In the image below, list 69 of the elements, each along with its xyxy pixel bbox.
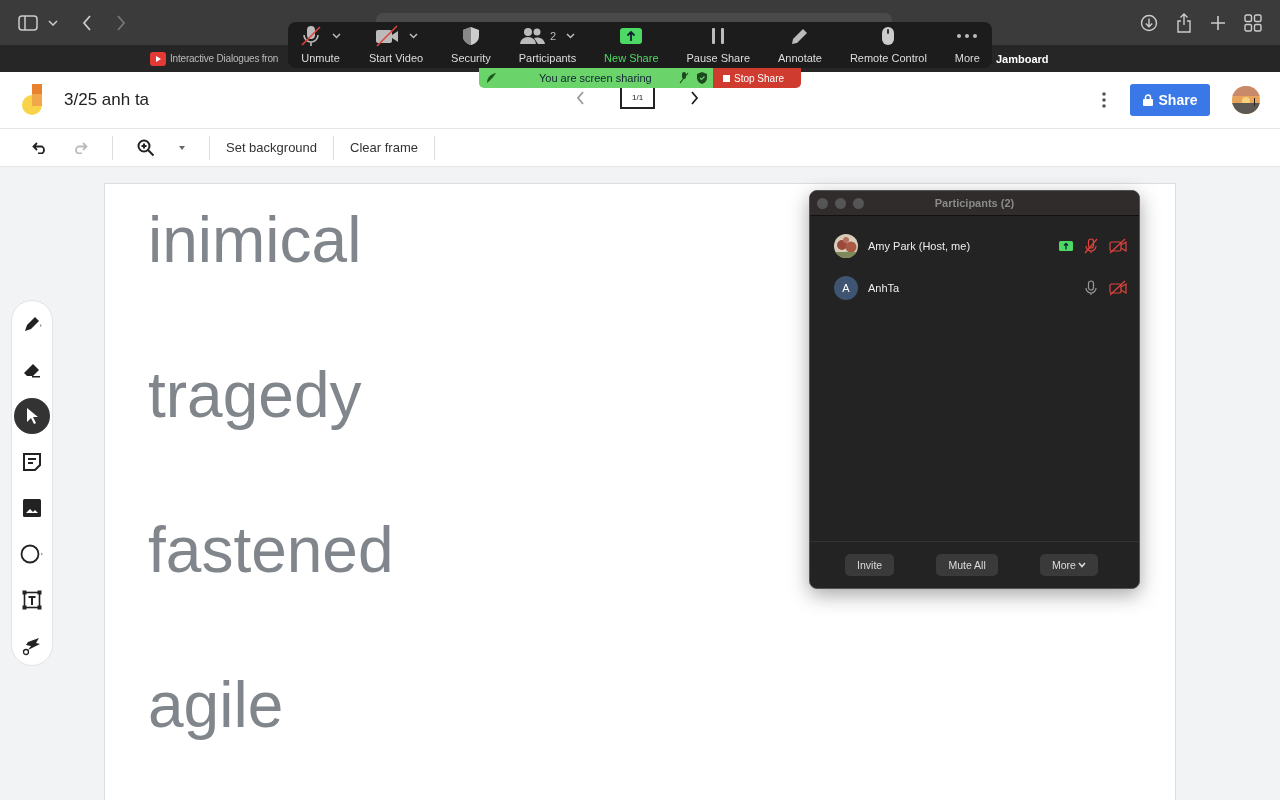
participant-count: 2 xyxy=(549,30,556,42)
board-text[interactable]: tragedy xyxy=(148,357,362,433)
window-button[interactable]: Invite xyxy=(845,554,895,576)
more-icon xyxy=(957,34,978,38)
meeting-control[interactable]: Remote Control xyxy=(845,22,931,68)
plus-icon[interactable] xyxy=(1210,14,1226,31)
board-text[interactable]: inimical xyxy=(148,202,362,278)
window-button[interactable]: Mute All xyxy=(936,554,998,576)
tool-button[interactable] xyxy=(14,398,50,434)
dropdown-arrow-icon[interactable] xyxy=(179,145,185,150)
participant-row[interactable]: Amy Park (Host, me) xyxy=(810,225,1139,267)
stop-share-button[interactable]: Stop Share xyxy=(713,68,801,88)
toolbar-button[interactable]: Clear frame xyxy=(350,140,418,155)
zoom-in-icon[interactable] xyxy=(137,138,155,157)
cursor-icon xyxy=(24,407,40,425)
meeting-control[interactable]: 2 Participants xyxy=(514,22,581,68)
shield-icon xyxy=(697,72,707,84)
meeting-control[interactable]: Annotate xyxy=(773,22,826,68)
caret-icon[interactable] xyxy=(332,33,341,39)
share-button[interactable]: Share xyxy=(1130,84,1210,116)
meeting-control[interactable]: Unmute xyxy=(296,22,345,68)
laser-pointer-icon xyxy=(22,636,42,656)
muted-mic-icon xyxy=(300,25,322,47)
leaf-icon xyxy=(485,72,497,84)
caret-icon[interactable] xyxy=(566,33,575,39)
back-icon[interactable] xyxy=(82,14,92,31)
toolbar-button[interactable]: Set background xyxy=(226,140,318,155)
circle-icon xyxy=(20,544,44,564)
shield-icon xyxy=(461,26,480,46)
browser-tab[interactable]: Jamboard xyxy=(996,45,1049,72)
previous-frame-icon[interactable] xyxy=(576,90,586,105)
avatar: A xyxy=(834,276,858,300)
marker-icon xyxy=(22,314,42,334)
chevron-down-icon[interactable] xyxy=(48,19,58,26)
image-icon xyxy=(23,499,41,517)
participant-name: AnhTa xyxy=(868,282,900,294)
board-text[interactable]: fastened xyxy=(148,512,394,588)
download-icon[interactable] xyxy=(1140,13,1158,32)
next-frame-icon[interactable] xyxy=(689,90,700,105)
text-box-icon xyxy=(22,590,42,610)
window-title: Participants (2) xyxy=(934,197,1015,209)
lock-icon xyxy=(1142,94,1153,106)
meeting-control[interactable]: New Share xyxy=(600,22,663,68)
more-options-icon[interactable] xyxy=(1102,92,1106,108)
forward-icon[interactable] xyxy=(116,14,126,31)
participant-row[interactable]: A AnhTa xyxy=(810,267,1139,309)
meeting-control[interactable]: Pause Share xyxy=(682,22,755,68)
undo-icon[interactable] xyxy=(32,141,48,154)
meeting-control[interactable]: More xyxy=(950,22,984,68)
muted-mic-icon xyxy=(679,72,689,84)
pause-icon xyxy=(711,27,726,45)
meeting-control[interactable]: Start Video xyxy=(364,22,428,68)
caret-icon[interactable] xyxy=(408,33,418,39)
sidebar-icon[interactable] xyxy=(18,14,38,31)
participant-name: Amy Park (Host, me) xyxy=(868,240,971,252)
meeting-control[interactable]: Security xyxy=(447,22,495,68)
browser-tab[interactable]: Interactive Dialogues fron xyxy=(150,45,279,72)
tab-overview-icon[interactable] xyxy=(1244,13,1262,32)
window-button[interactable]: More xyxy=(1039,554,1098,576)
sticky-note-icon xyxy=(22,452,42,472)
caret-icon xyxy=(1077,562,1086,568)
share-icon[interactable] xyxy=(1176,12,1192,33)
people-icon xyxy=(519,27,546,45)
video-off-icon xyxy=(374,25,399,47)
mouse-icon xyxy=(881,26,896,46)
board-title[interactable]: 3/25 anh ta xyxy=(64,90,150,110)
video-play-icon xyxy=(150,51,166,66)
sharing-banner: You are screen sharing xyxy=(479,68,713,88)
board-text[interactable]: agile xyxy=(148,667,284,743)
